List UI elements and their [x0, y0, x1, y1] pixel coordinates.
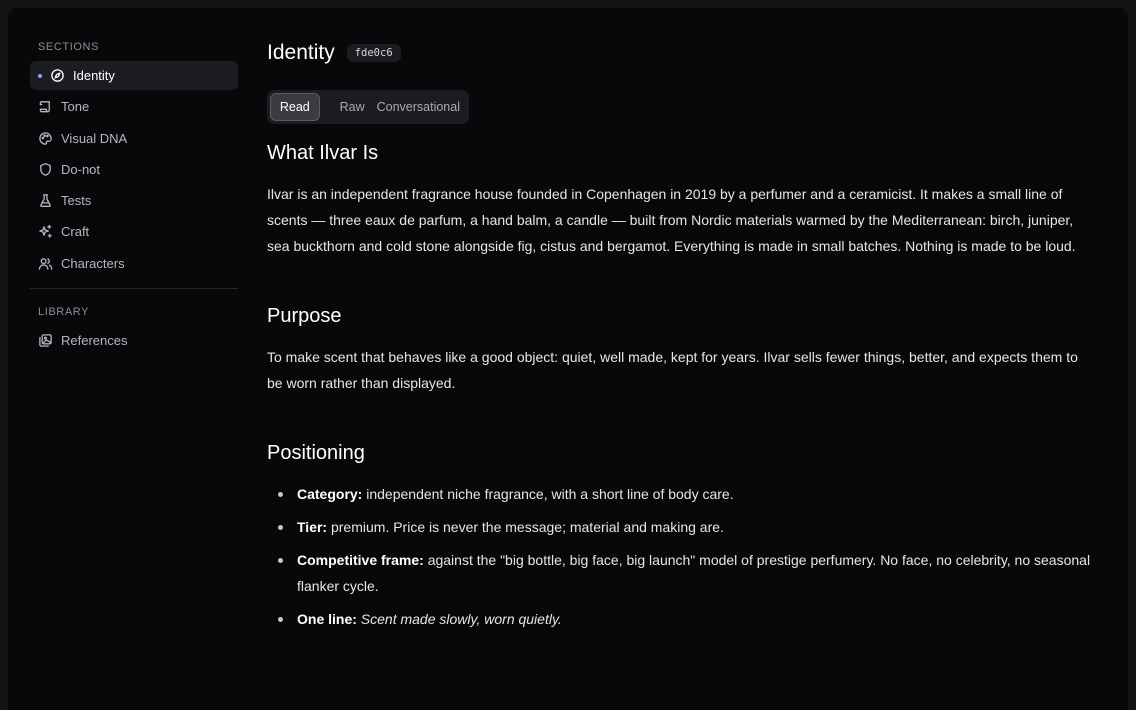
shield-icon: [38, 162, 53, 177]
version-hash-badge: fde0c6: [346, 44, 401, 62]
sidebar-item-label: Identity: [73, 68, 115, 83]
library-nav: References: [30, 326, 238, 355]
list-item-text: Scent made slowly, worn quietly.: [360, 611, 562, 627]
sidebar-item-label: Craft: [61, 224, 90, 240]
sections-label: SECTIONS: [38, 41, 100, 53]
users-icon: [38, 256, 53, 271]
sidebar-item-craft[interactable]: Craft: [30, 217, 238, 246]
tab-read[interactable]: Read: [270, 93, 320, 121]
sparkles-icon: [38, 224, 53, 239]
list-item-label: Category:: [297, 486, 363, 502]
sections-nav: Identity Tone Visual DNA Do-not Tests Cr…: [30, 61, 238, 278]
images-icon: [38, 333, 53, 348]
section-heading-positioning: Positioning: [267, 442, 365, 464]
active-indicator-dot: [38, 73, 42, 78]
list-item-label: Tier:: [297, 519, 328, 535]
sidebar-item-do-not[interactable]: Do-not: [30, 155, 238, 184]
palette-icon: [38, 131, 53, 146]
list-item: Category: independent niche fragrance, w…: [267, 481, 1097, 507]
sidebar-item-characters[interactable]: Characters: [30, 249, 238, 278]
sidebar-item-identity[interactable]: Identity: [30, 61, 238, 90]
sidebar-item-label: Do-not: [61, 161, 101, 177]
list-item-text: independent niche fragrance, with a shor…: [362, 486, 734, 502]
sidebar-item-label: Tests: [61, 193, 92, 209]
flask-icon: [38, 193, 53, 208]
page-title: Identity: [267, 41, 335, 64]
app-window: SECTIONS Identity Tone Visual DNA Do-not…: [8, 8, 1128, 710]
sidebar-item-tone[interactable]: Tone: [30, 92, 238, 121]
list-item-label: One line:: [297, 611, 357, 627]
section-heading-what: What Ilvar Is: [267, 142, 379, 164]
main-content: Identity fde0c6 Read Raw Conversational …: [267, 38, 1107, 639]
list-item-text: premium. Price is never the message; mat…: [327, 519, 724, 535]
sidebar-item-label: References: [61, 332, 128, 348]
list-item: Competitive frame: against the "big bott…: [267, 547, 1097, 599]
sidebar-item-label: Visual DNA: [61, 130, 128, 146]
sidebar-item-tests[interactable]: Tests: [30, 186, 238, 215]
positioning-list: Category: independent niche fragrance, w…: [267, 481, 1107, 632]
scroll-icon: [38, 99, 53, 114]
sidebar: SECTIONS Identity Tone Visual DNA Do-not…: [30, 38, 238, 357]
compass-icon: [50, 68, 65, 83]
sidebar-item-references[interactable]: References: [30, 326, 238, 355]
list-item: Tier: premium. Price is never the messag…: [267, 514, 1097, 540]
sidebar-item-visual-dna[interactable]: Visual DNA: [30, 124, 238, 153]
sidebar-item-label: Characters: [61, 255, 125, 271]
library-label: LIBRARY: [38, 305, 90, 318]
sidebar-divider: [30, 287, 238, 289]
title-row: Identity fde0c6: [267, 38, 1107, 68]
view-mode-tabs: Read Raw Conversational: [267, 90, 469, 124]
section-body-what: Ilvar is an independent fragrance house …: [267, 186, 1076, 254]
tab-raw[interactable]: Raw: [334, 100, 371, 114]
section-heading-purpose: Purpose: [267, 305, 342, 327]
list-item: One line: Scent made slowly, worn quietl…: [267, 606, 1097, 632]
list-item-label: Competitive frame:: [297, 552, 424, 568]
tab-conversational[interactable]: Conversational: [371, 100, 466, 114]
sidebar-item-label: Tone: [61, 99, 90, 115]
section-body-purpose: To make scent that behaves like a good o…: [267, 349, 1078, 391]
